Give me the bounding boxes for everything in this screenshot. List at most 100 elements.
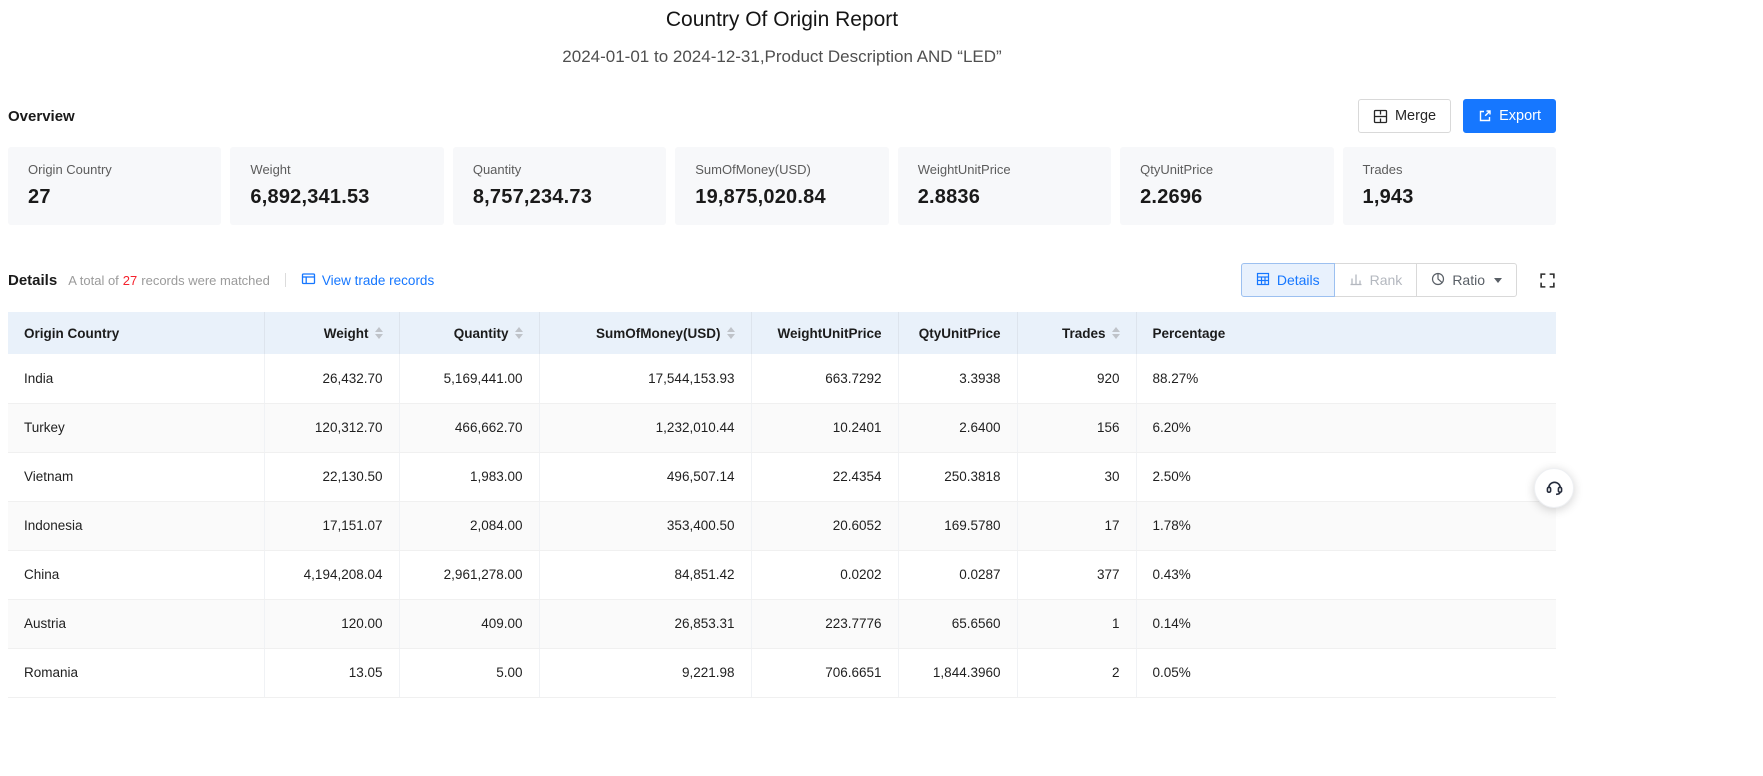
overview-card: Quantity8,757,234.73 (453, 147, 666, 225)
view-trade-records-link[interactable]: View trade records (301, 271, 434, 289)
cell-origin_country: India (8, 354, 264, 403)
column-label: Trades (1062, 326, 1106, 341)
cell-weight_unit_price: 0.0202 (751, 550, 898, 599)
cell-weight_unit_price: 20.6052 (751, 501, 898, 550)
export-button[interactable]: Export (1463, 99, 1556, 133)
overview-card-value: 1,943 (1363, 186, 1536, 209)
column-header-weight_unit_price: WeightUnitPrice (751, 312, 898, 354)
details-right: Details Rank (1241, 263, 1556, 297)
tab-rank-label: Rank (1370, 272, 1403, 288)
cell-trades: 17 (1017, 501, 1136, 550)
cell-sum_of_money_usd: 9,221.98 (539, 648, 751, 697)
ratio-view-icon (1431, 272, 1445, 289)
column-label: Percentage (1153, 326, 1226, 341)
table-row: Vietnam22,130.501,983.00496,507.1422.435… (8, 452, 1556, 501)
details-left: Details A total of27records were matched… (8, 271, 434, 289)
overview-card-label: QtyUnitPrice (1140, 162, 1313, 177)
table-row: China4,194,208.042,961,278.0084,851.420.… (8, 550, 1556, 599)
overview-card-value: 2.8836 (918, 186, 1091, 209)
column-header-weight[interactable]: Weight (264, 312, 399, 354)
cell-weight_unit_price: 22.4354 (751, 452, 898, 501)
column-label: Weight (324, 326, 369, 341)
cell-qty_unit_price: 0.0287 (898, 550, 1017, 599)
cell-trades: 30 (1017, 452, 1136, 501)
column-header-quantity[interactable]: Quantity (399, 312, 539, 354)
cell-origin_country: Indonesia (8, 501, 264, 550)
sort-icon (727, 327, 735, 339)
cell-origin_country: Austria (8, 599, 264, 648)
column-header-trades[interactable]: Trades (1017, 312, 1136, 354)
cell-qty_unit_price: 2.6400 (898, 403, 1017, 452)
column-header-percentage: Percentage (1136, 312, 1556, 354)
overview-header: Overview Merge (8, 98, 1556, 134)
overview-card-label: WeightUnitPrice (918, 162, 1091, 177)
cell-percentage: 88.27% (1136, 354, 1556, 403)
cell-sum_of_money_usd: 84,851.42 (539, 550, 751, 599)
column-header-sum_of_money_usd[interactable]: SumOfMoney(USD) (539, 312, 751, 354)
cell-sum_of_money_usd: 1,232,010.44 (539, 403, 751, 452)
cell-weight: 120.00 (264, 599, 399, 648)
cell-trades: 920 (1017, 354, 1136, 403)
details-table: Origin Country Weight Quantity SumOfMoney(U… (8, 312, 1556, 698)
support-button[interactable] (1534, 468, 1574, 508)
cell-qty_unit_price: 3.3938 (898, 354, 1017, 403)
table-row: Turkey120,312.70466,662.701,232,010.4410… (8, 403, 1556, 452)
cell-percentage: 2.50% (1136, 452, 1556, 501)
merge-icon (1373, 109, 1388, 124)
cell-weight: 22,130.50 (264, 452, 399, 501)
overview-card-value: 2.2696 (1140, 186, 1313, 209)
tab-ratio-label: Ratio (1452, 272, 1485, 288)
cell-percentage: 0.43% (1136, 550, 1556, 599)
tab-details-label: Details (1277, 272, 1320, 288)
cell-weight: 17,151.07 (264, 501, 399, 550)
details-header: Details A total of27records were matched… (8, 262, 1556, 298)
tab-details[interactable]: Details (1241, 263, 1335, 297)
cell-origin_country: China (8, 550, 264, 599)
overview-card-label: Origin Country (28, 162, 201, 177)
cell-quantity: 5.00 (399, 648, 539, 697)
cell-trades: 377 (1017, 550, 1136, 599)
overview-card-value: 6,892,341.53 (250, 186, 423, 209)
tab-ratio[interactable]: Ratio (1416, 263, 1517, 297)
column-label: WeightUnitPrice (777, 326, 881, 341)
table-header-row: Origin Country Weight Quantity SumOfMoney(U… (8, 312, 1556, 354)
sort-icon (375, 327, 383, 339)
details-title: Details (8, 272, 57, 289)
cell-weight: 26,432.70 (264, 354, 399, 403)
cell-qty_unit_price: 169.5780 (898, 501, 1017, 550)
cell-weight: 120,312.70 (264, 403, 399, 452)
cell-quantity: 2,961,278.00 (399, 550, 539, 599)
cell-sum_of_money_usd: 26,853.31 (539, 599, 751, 648)
cell-percentage: 0.14% (1136, 599, 1556, 648)
cell-qty_unit_price: 1,844.3960 (898, 648, 1017, 697)
headset-icon (1545, 477, 1564, 499)
view-trade-records-label: View trade records (322, 273, 434, 288)
overview-card: SumOfMoney(USD)19,875,020.84 (675, 147, 888, 225)
cell-quantity: 409.00 (399, 599, 539, 648)
merge-button[interactable]: Merge (1358, 99, 1451, 133)
table-view-icon (1256, 272, 1270, 289)
fullscreen-button[interactable] (1539, 272, 1556, 289)
overview-card-label: Quantity (473, 162, 646, 177)
chevron-down-icon (1494, 278, 1502, 283)
overview-card-label: Trades (1363, 162, 1536, 177)
tab-rank[interactable]: Rank (1334, 263, 1418, 297)
page-title: Country Of Origin Report (8, 0, 1556, 32)
match-summary-prefix: A total of (68, 273, 119, 288)
table-row: Austria120.00409.0026,853.31223.777665.6… (8, 599, 1556, 648)
cell-sum_of_money_usd: 353,400.50 (539, 501, 751, 550)
sort-icon (1112, 327, 1120, 339)
overview-card: Origin Country 27 (8, 147, 221, 225)
cell-sum_of_money_usd: 17,544,153.93 (539, 354, 751, 403)
cell-weight_unit_price: 706.6651 (751, 648, 898, 697)
overview-card-label: SumOfMoney(USD) (695, 162, 868, 177)
overview-card-value: 27 (28, 186, 201, 209)
column-label: Quantity (454, 326, 509, 341)
column-label: Origin Country (24, 326, 119, 341)
cell-quantity: 1,983.00 (399, 452, 539, 501)
table-row: Indonesia17,151.072,084.00353,400.5020.6… (8, 501, 1556, 550)
cell-origin_country: Romania (8, 648, 264, 697)
report-page: Country Of Origin Report 2024-01-01 to 2… (0, 0, 1556, 698)
overview-card: WeightUnitPrice 2.8836 (898, 147, 1111, 225)
table-row: Romania13.055.009,221.98706.66511,844.39… (8, 648, 1556, 697)
